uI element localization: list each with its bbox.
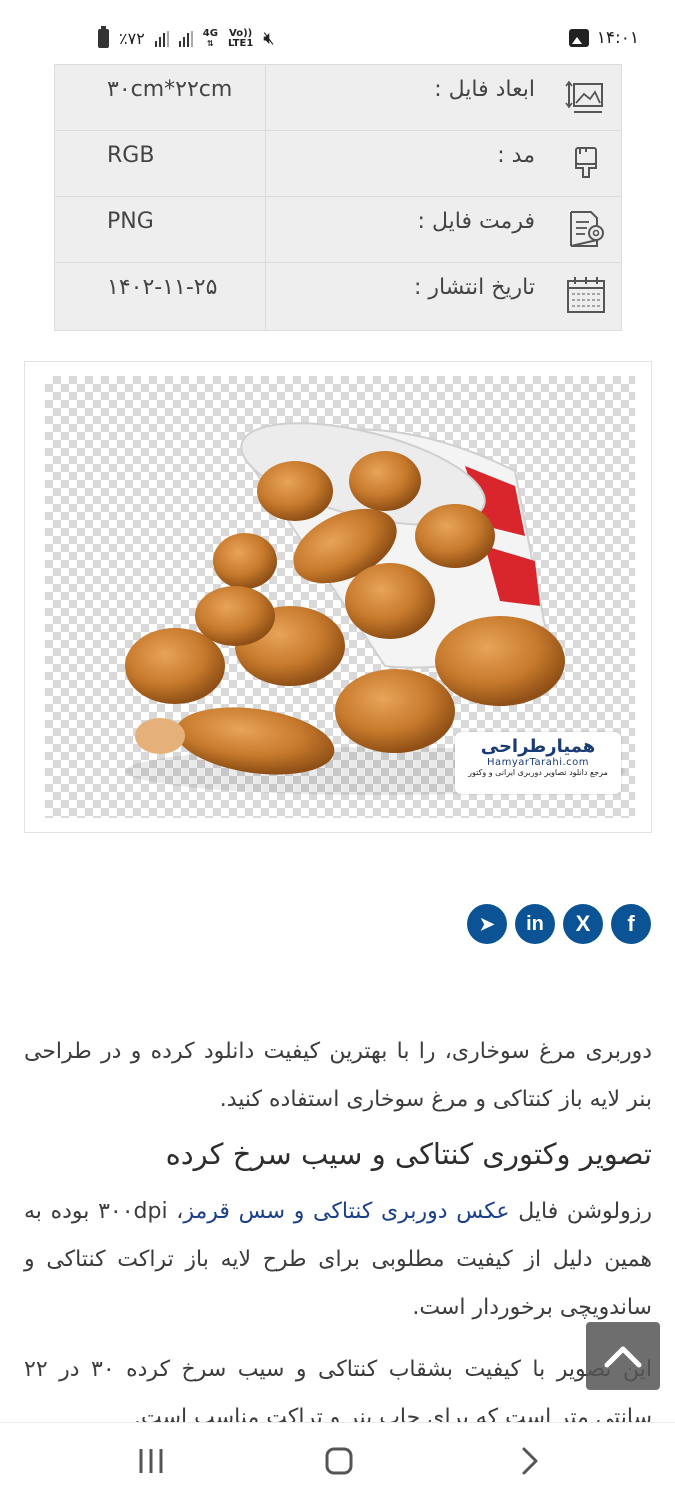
spec-value: PNG bbox=[107, 209, 154, 234]
network-type: 4G ⇅ bbox=[202, 27, 218, 48]
spec-value: ۱۴۰۲-۱۱-۲۵ bbox=[107, 275, 218, 300]
article-body: دوربری مرغ سوخاری، را با بهترین کیفیت دا… bbox=[24, 1028, 652, 1442]
battery-level: ٪۷۲ bbox=[119, 29, 145, 48]
spec-label: تاریخ انتشار : bbox=[414, 275, 535, 300]
spec-row-mode: RGB مد : bbox=[55, 131, 621, 197]
lte-label: LTE1 bbox=[227, 37, 254, 49]
spec-label: فرمت فایل : bbox=[417, 209, 535, 234]
status-right: ۱۴:۰۱ bbox=[568, 28, 639, 48]
watermark-brand: همیارطراحی bbox=[480, 736, 596, 757]
chevron-up-icon bbox=[604, 1346, 642, 1368]
product-image-frame[interactable]: همیارطراحی HamyarTarahi.com مرجع دانلود … bbox=[24, 361, 652, 833]
article-link[interactable]: عکس دوربری کنتاکی و سس قرمز bbox=[183, 1199, 509, 1224]
article-paragraph: رزولوشن فایل عکس دوربری کنتاکی و سس قرمز… bbox=[24, 1188, 652, 1332]
status-bar: ٪۷۲ 4G ⇅ Vo)) LTE1 🔇︎ ۱۴:۰۱ bbox=[0, 0, 675, 64]
paint-brush-icon bbox=[575, 147, 597, 178]
facebook-icon[interactable]: f bbox=[611, 904, 651, 944]
mute-icon: 🔇︎ bbox=[263, 28, 275, 49]
article-heading: تصویر وکتوری کنتاکی و سیب سرخ کرده bbox=[165, 1137, 652, 1171]
product-image: همیارطراحی HamyarTarahi.com مرجع دانلود … bbox=[45, 376, 635, 818]
volte-indicator: Vo)) LTE1 bbox=[227, 28, 254, 49]
file-spec-table: ۳۰cm*۲۲cm ابعاد فایل : RGB مد : PNG فرمت… bbox=[54, 64, 622, 331]
recent-apps-icon[interactable] bbox=[136, 1445, 166, 1477]
x-twitter-icon[interactable]: X bbox=[563, 904, 603, 944]
watermark-url: HamyarTarahi.com bbox=[486, 757, 590, 768]
status-time: ۱۴:۰۱ bbox=[596, 28, 639, 48]
linkedin-icon[interactable]: in bbox=[515, 904, 555, 944]
home-icon[interactable] bbox=[324, 1445, 354, 1477]
back-icon[interactable] bbox=[514, 1445, 544, 1477]
telegram-icon[interactable]: ➤ bbox=[467, 904, 507, 944]
gallery-icon bbox=[568, 29, 589, 47]
calendar-icon bbox=[567, 277, 605, 313]
status-left: ٪۷۲ 4G ⇅ Vo)) LTE1 🔇︎ bbox=[98, 26, 275, 49]
spec-label: مد : bbox=[497, 143, 535, 168]
spec-row-date: ۱۴۰۲-۱۱-۲۵ تاریخ انتشار : bbox=[55, 263, 621, 329]
spec-row-dimensions: ۳۰cm*۲۲cm ابعاد فایل : bbox=[55, 65, 621, 131]
watermark-logo: همیارطراحی HamyarTarahi.com مرجع دانلود … bbox=[455, 732, 621, 794]
spec-row-format: PNG فرمت فایل : bbox=[55, 197, 621, 263]
network-4g: 4G bbox=[202, 27, 218, 39]
paragraph-text: رزولوشن فایل bbox=[509, 1199, 653, 1224]
battery-icon bbox=[98, 26, 109, 48]
signal-icon bbox=[154, 30, 169, 47]
watermark-subtitle: مرجع دانلود تصاویر دوربری ایرانی و وکتور bbox=[468, 768, 608, 777]
spec-value: RGB bbox=[107, 143, 155, 168]
scroll-to-top-button[interactable] bbox=[586, 1322, 660, 1390]
signal-icon-2 bbox=[178, 30, 193, 47]
article-paragraph: دوربری مرغ سوخاری، را با بهترین کیفیت دا… bbox=[24, 1039, 652, 1112]
spec-value: ۳۰cm*۲۲cm bbox=[107, 77, 233, 102]
dimensions-icon bbox=[565, 80, 603, 113]
spec-label: ابعاد فایل : bbox=[434, 77, 535, 102]
file-settings-icon bbox=[570, 211, 604, 247]
share-buttons: f X in ➤ bbox=[467, 904, 651, 944]
android-navigation-bar bbox=[0, 1422, 675, 1500]
